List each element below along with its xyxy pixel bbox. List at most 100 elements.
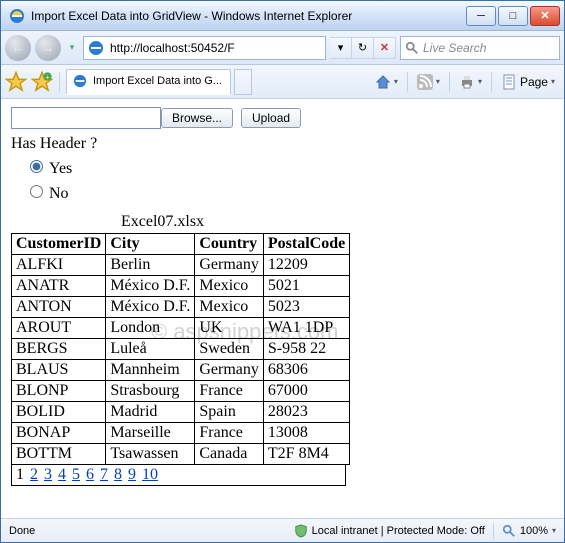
status-bar: Done Local intranet | Protected Mode: Of… [1,518,564,542]
table-cell: BLONP [12,381,106,402]
table-cell: BOLID [12,402,106,423]
minimize-button[interactable]: ─ [466,6,496,26]
table-cell: Berlin [106,255,195,276]
column-header: CustomerID [12,234,106,255]
home-button[interactable]: ▾ [370,70,403,94]
table-cell: Mannheim [106,360,195,381]
pager-link[interactable]: 3 [44,466,52,483]
nav-history-dropdown[interactable]: ▾ [65,42,79,53]
table-cell: 12209 [263,255,349,276]
zone-icon [294,524,308,538]
ie-icon [9,8,25,24]
table-row: BOLIDMadridSpain28023 [12,402,350,423]
new-tab-button[interactable] [234,69,252,95]
stop-button[interactable]: ✕ [374,37,396,59]
close-button[interactable]: ✕ [530,6,560,26]
status-zone: Local intranet | Protected Mode: Off [312,525,485,537]
status-done: Done [9,525,35,537]
table-cell: Sweden [195,339,264,360]
table-cell: France [195,381,264,402]
content-area: Browse... Upload Has Header ? Yes No Exc… [1,99,564,518]
search-icon [405,41,419,55]
svg-text:+: + [45,74,49,81]
address-bar [83,36,326,60]
tab-ie-icon [73,74,87,88]
radio-no-label[interactable]: No [25,180,554,205]
table-cell: Canada [195,444,264,465]
pager-link[interactable]: 4 [58,466,66,483]
table-row: BLONPStrasbourgFrance67000 [12,381,350,402]
table-row: ANTONMéxico D.F.Mexico5023 [12,297,350,318]
table-cell: Germany [195,360,264,381]
titlebar: Import Excel Data into GridView - Window… [1,1,564,31]
zoom-value: 100% [520,525,548,537]
table-cell: ANATR [12,276,106,297]
pager-link[interactable]: 6 [86,466,94,483]
column-header: PostalCode [263,234,349,255]
tab-active[interactable]: Import Excel Data into G... [66,69,231,95]
refresh-button[interactable]: ↻ [352,37,374,59]
tab-title: Import Excel Data into G... [93,75,222,87]
zoom-icon [502,524,516,538]
favorites-button[interactable] [5,71,27,93]
table-cell: Marseille [106,423,195,444]
table-cell: BERGS [12,339,106,360]
search-box[interactable]: Live Search [400,36,560,60]
table-cell: London [106,318,195,339]
table-cell: Tsawassen [106,444,195,465]
table-cell: Mexico [195,276,264,297]
table-cell: México D.F. [106,276,195,297]
table-row: ANATRMéxico D.F.Mexico5021 [12,276,350,297]
table-cell: ANTON [12,297,106,318]
browser-window: Import Excel Data into GridView - Window… [0,0,565,543]
table-cell: BONAP [12,423,106,444]
table-cell: T2F 8M4 [263,444,349,465]
radio-no[interactable] [30,185,43,198]
browse-button[interactable]: Browse... [161,108,233,128]
page-menu[interactable]: Page▾ [496,70,560,94]
table-cell: 13008 [263,423,349,444]
table-row: BERGSLuleåSwedenS-958 22 [12,339,350,360]
table-row: BOTTMTsawassenCanadaT2F 8M4 [12,444,350,465]
table-cell: AROUT [12,318,106,339]
table-row: BONAPMarseilleFrance13008 [12,423,350,444]
navbar: ← → ▾ ▾ ↻ ✕ Live Search [1,31,564,65]
maximize-button[interactable]: □ [498,6,528,26]
table-row: BLAUSMannheimGermany68306 [12,360,350,381]
table-cell: S-958 22 [263,339,349,360]
table-cell: Mexico [195,297,264,318]
add-favorites-button[interactable]: + [31,71,53,93]
url-input[interactable] [108,41,325,55]
table-cell: UK [195,318,264,339]
table-cell: Spain [195,402,264,423]
pager-link[interactable]: 10 [142,466,158,483]
pager-link[interactable]: 9 [128,466,136,483]
forward-button[interactable]: → [35,35,61,61]
pager-link[interactable]: 5 [72,466,80,483]
zoom-control[interactable]: 100% ▾ [502,524,556,538]
column-header: City [106,234,195,255]
column-header: Country [195,234,264,255]
back-button[interactable]: ← [5,35,31,61]
radio-yes[interactable] [30,160,43,173]
table-cell: BOTTM [12,444,106,465]
page-menu-label: Page [520,75,548,89]
table-cell: Madrid [106,402,195,423]
pager-link[interactable]: 8 [114,466,122,483]
print-button[interactable]: ▾ [454,70,487,94]
grid-caption: Excel07.xlsx [121,213,554,231]
radio-yes-label[interactable]: Yes [25,155,554,180]
feeds-button[interactable]: ▾ [412,70,445,94]
pager-link[interactable]: 7 [100,466,108,483]
page-icon [88,40,104,56]
table-row: ALFKIBerlinGermany12209 [12,255,350,276]
pager: 1 2 3 4 5 6 7 8 9 10 [11,465,346,486]
table-cell: WA1 1DP [263,318,349,339]
upload-button[interactable]: Upload [241,108,301,128]
file-path-input[interactable] [11,107,161,129]
table-cell: 67000 [263,381,349,402]
search-placeholder: Live Search [423,41,486,55]
table-cell: 68306 [263,360,349,381]
address-dropdown[interactable]: ▾ [330,37,352,59]
pager-link[interactable]: 2 [30,466,38,483]
